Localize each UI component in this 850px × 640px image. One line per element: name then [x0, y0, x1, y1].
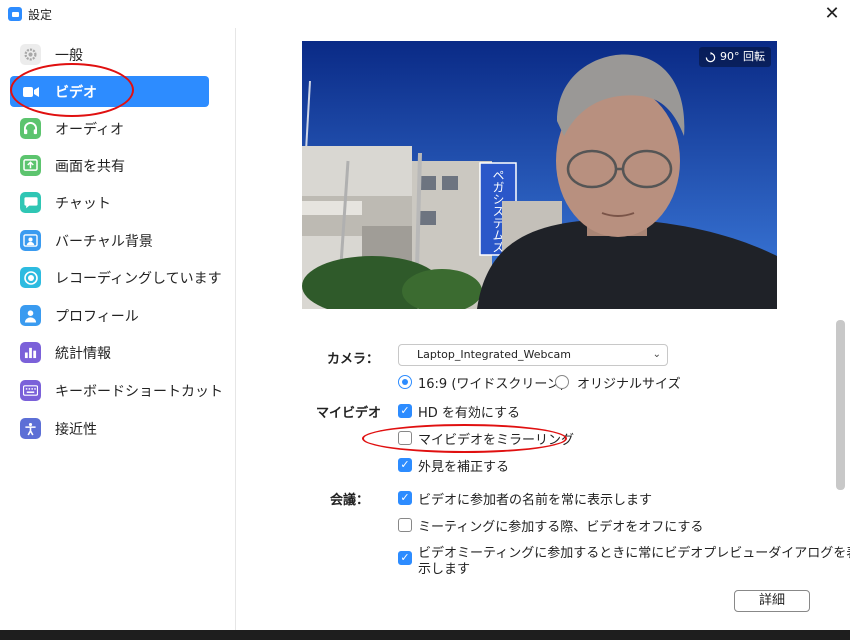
video-preview-label-line1: ビデオミーティングに参加するときに常にビデオプレビューダイアログを表	[418, 546, 850, 561]
sidebar-item-label: 画面を共有	[55, 159, 125, 175]
video-off-on-join-label: ミーティングに参加する際、ビデオをオフにする	[418, 520, 704, 535]
sidebar-item-video[interactable]: ビデオ	[10, 76, 209, 107]
chevron-down-icon: ⌄	[652, 349, 661, 360]
sidebar-item-accessibility[interactable]: 接近性	[10, 413, 209, 444]
settings-sidebar: 一般 ビデオ オーディオ 画面を共有 チャット バーチャル背景 レコーディングし…	[0, 28, 236, 630]
zoom-app-icon	[8, 7, 22, 21]
sidebar-item-share-screen[interactable]: 画面を共有	[10, 150, 209, 181]
headphones-icon	[20, 118, 41, 139]
bar-chart-icon	[20, 342, 41, 363]
camera-preview: ペガシステムズ 90° 回転	[302, 41, 777, 309]
settings-window: 設定 ✕ 一般 ビデオ オーディオ 画面を共有 チャット バーチャル背景 レコー…	[0, 0, 850, 630]
sidebar-item-label: 接近性	[55, 422, 97, 438]
camera-preview-image: ペガシステムズ	[302, 41, 777, 309]
show-names-checkbox[interactable]: ✓	[398, 491, 412, 505]
camera-select-value: Laptop_Integrated_Webcam	[417, 348, 571, 361]
advanced-button[interactable]: 詳細	[734, 590, 810, 612]
sidebar-item-keyboard-shortcuts[interactable]: キーボードショートカット	[10, 375, 223, 406]
chat-bubble-icon	[20, 192, 41, 213]
sidebar-item-label: バーチャル背景	[55, 234, 153, 250]
keyboard-icon	[20, 380, 41, 401]
scrollbar[interactable]	[836, 320, 845, 490]
sidebar-item-label: 統計情報	[55, 346, 111, 362]
sidebar-item-general[interactable]: 一般	[10, 39, 209, 70]
share-screen-icon	[20, 155, 41, 176]
video-settings-panel: ペガシステムズ 90° 回転 カメラ： Laptop_Integrated_We…	[237, 28, 850, 630]
sidebar-item-label: 一般	[55, 48, 83, 64]
taskbar	[0, 630, 850, 640]
sidebar-item-label: プロフィール	[55, 309, 139, 325]
window-title: 設定	[28, 8, 53, 22]
sidebar-item-statistics[interactable]: 統計情報	[10, 337, 209, 368]
aspect-original-radio[interactable]	[555, 375, 569, 389]
aspect-wide-radio[interactable]	[398, 375, 412, 389]
sidebar-item-label: レコーディングしています	[55, 271, 222, 287]
touch-up-label: 外見を補正する	[418, 460, 510, 475]
hd-label: HD を有効にする	[418, 406, 521, 421]
video-camera-icon	[20, 81, 41, 102]
touch-up-checkbox[interactable]: ✓	[398, 458, 412, 472]
record-icon	[20, 267, 41, 288]
camera-label: カメラ：	[327, 352, 380, 367]
camera-select[interactable]: Laptop_Integrated_Webcam ⌄	[398, 344, 668, 366]
show-names-label: ビデオに参加者の名前を常に表示します	[418, 493, 653, 508]
title-bar: 設定 ✕	[0, 0, 850, 28]
person-card-icon	[20, 230, 41, 251]
video-preview-checkbox[interactable]: ✓	[398, 551, 412, 565]
accessibility-icon	[20, 418, 41, 439]
close-button[interactable]: ✕	[820, 2, 844, 26]
mirror-video-checkbox[interactable]	[398, 431, 412, 445]
rotate-90-button[interactable]: 90° 回転	[699, 47, 771, 67]
gear-icon	[20, 44, 41, 65]
person-icon	[20, 305, 41, 326]
aspect-original-label: オリジナルサイズ	[577, 377, 681, 392]
sidebar-item-virtual-background[interactable]: バーチャル背景	[10, 225, 209, 256]
sidebar-item-label: チャット	[55, 196, 111, 212]
rotate-icon	[705, 51, 716, 62]
sidebar-item-label: ビデオ	[55, 85, 97, 101]
aspect-wide-label: 16:9 (ワイドスクリーン)	[418, 377, 565, 392]
sidebar-item-label: キーボードショートカット	[55, 384, 223, 400]
rotate-label: 90° 回転	[720, 50, 765, 63]
sidebar-item-recording[interactable]: レコーディングしています	[10, 262, 222, 293]
mirror-video-label: マイビデオをミラーリング	[418, 433, 575, 448]
my-video-label: マイビデオ	[316, 406, 382, 421]
video-preview-label-line2: 示します	[418, 562, 471, 577]
video-off-on-join-checkbox[interactable]	[398, 518, 412, 532]
hd-checkbox[interactable]: ✓	[398, 404, 412, 418]
meeting-label: 会議：	[330, 493, 370, 508]
sidebar-item-audio[interactable]: オーディオ	[10, 113, 209, 144]
sidebar-item-chat[interactable]: チャット	[10, 187, 209, 218]
sidebar-item-label: オーディオ	[55, 122, 125, 138]
sidebar-item-profile[interactable]: プロフィール	[10, 300, 209, 331]
